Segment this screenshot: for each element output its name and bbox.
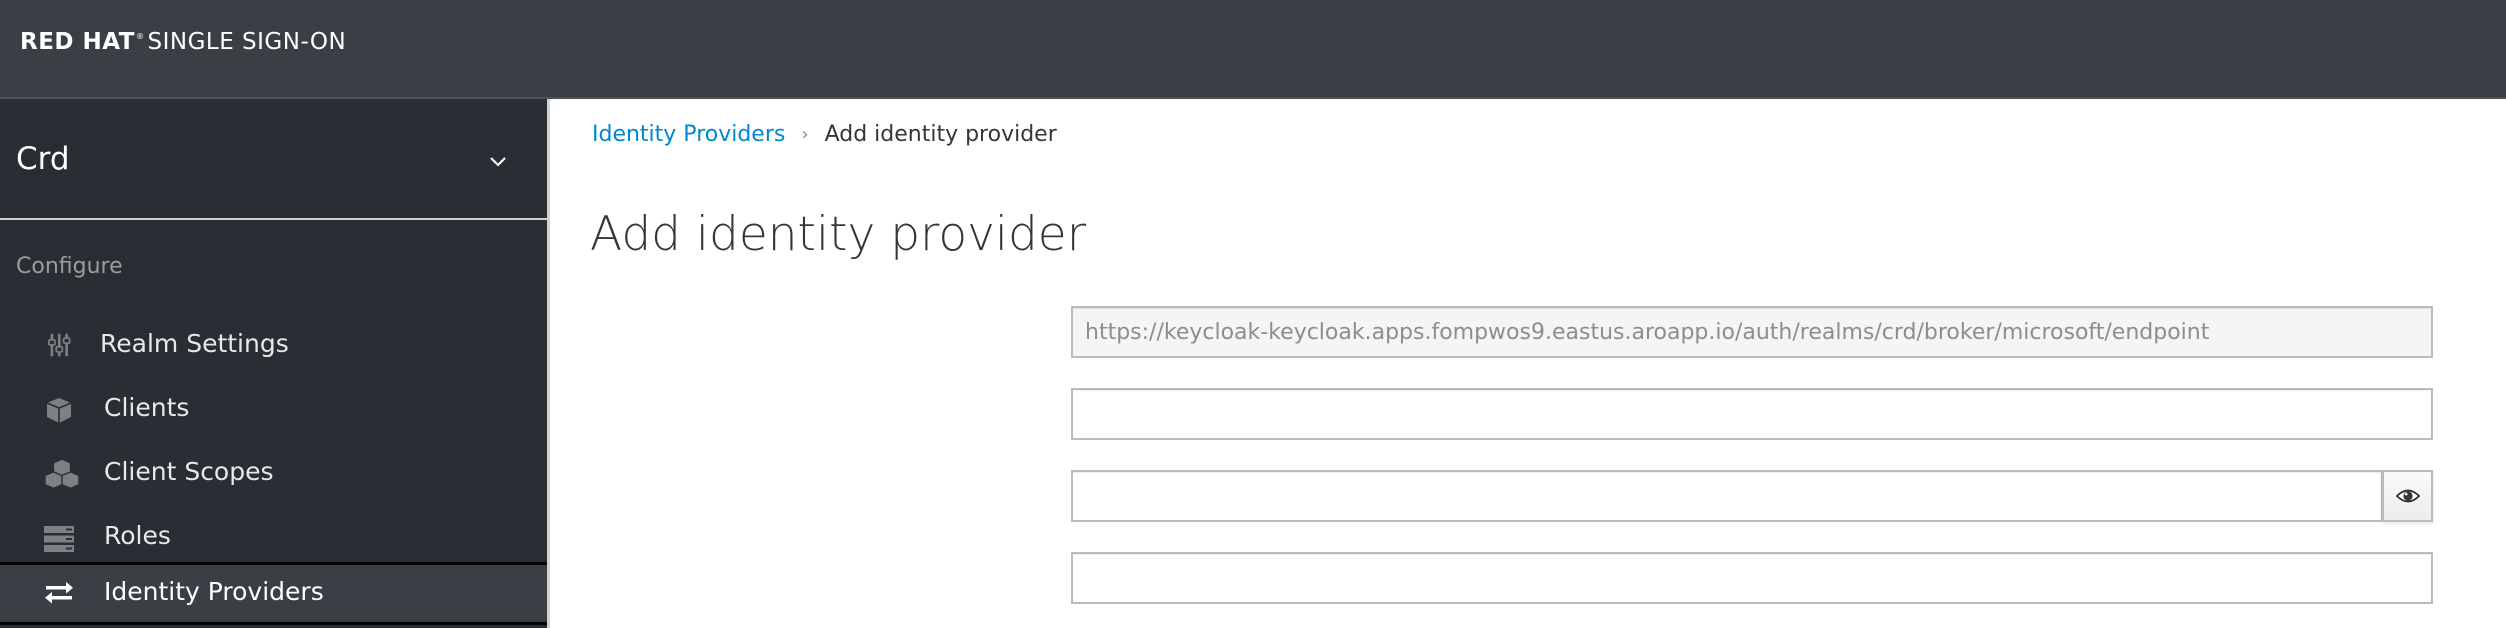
cubes-icon — [44, 458, 80, 489]
sidebar-item-realm-settings[interactable]: Realm Settings — [0, 315, 547, 377]
brand-name-bold: RED HAT — [20, 29, 135, 55]
breadcrumb: Identity Providers › Add identity provid… — [592, 122, 1057, 147]
show-secret-button[interactable] — [2382, 470, 2433, 522]
page-title: Add identity provider — [590, 207, 1087, 262]
section-label-configure: Configure — [16, 254, 123, 279]
main-content: Identity Providers › Add identity provid… — [553, 101, 2506, 628]
sidebar-item-roles[interactable]: Roles — [0, 507, 547, 569]
sidebar: Crd Configure Realm Settings Clients Cli… — [0, 99, 550, 628]
redirect-uri-field[interactable] — [1071, 306, 2433, 358]
sidebar-item-label: Clients — [104, 393, 190, 422]
sidebar-item-label: Identity Providers — [104, 577, 324, 606]
realm-name: Crd — [16, 141, 70, 177]
client-secret-field[interactable] — [1071, 470, 2383, 522]
realm-selector[interactable]: Crd — [0, 99, 547, 220]
client-id-field[interactable] — [1071, 388, 2433, 440]
registered-mark: ® — [135, 32, 145, 41]
breadcrumb-current: Add identity provider — [824, 122, 1057, 147]
breadcrumb-separator-icon: › — [801, 124, 809, 145]
default-scopes-field[interactable] — [1071, 552, 2433, 604]
form-row-default-scopes: Default Scopes ? — [553, 552, 2506, 604]
sidebar-item-identity-providers[interactable]: Identity Providers — [0, 562, 547, 625]
sidebar-item-label: Realm Settings — [100, 329, 289, 358]
breadcrumb-link-identity-providers[interactable]: Identity Providers — [592, 122, 785, 147]
brand-logo[interactable]: RED HAT ® SINGLE SIGN-ON — [20, 29, 346, 55]
chevron-down-icon — [490, 157, 506, 167]
form-row-redirect-uri: Redirect URI ? — [553, 306, 2506, 358]
masthead: RED HAT ® SINGLE SIGN-ON — [0, 0, 2506, 99]
sidebar-item-client-scopes[interactable]: Client Scopes — [0, 443, 547, 505]
cube-icon — [46, 398, 72, 423]
form-row-client-secret: * Client Secret ? — [553, 470, 2506, 522]
sidebar-item-label: Roles — [104, 521, 171, 550]
eye-icon — [2395, 489, 2420, 503]
exchange-icon — [45, 582, 73, 604]
sidebar-item-label: Client Scopes — [104, 457, 274, 486]
brand-name-product: SINGLE SIGN-ON — [147, 29, 347, 55]
sliders-icon — [48, 333, 71, 357]
form-row-client-id: * Client ID ? — [553, 388, 2506, 440]
sidebar-item-clients[interactable]: Clients — [0, 379, 547, 441]
server-icon — [44, 526, 74, 552]
